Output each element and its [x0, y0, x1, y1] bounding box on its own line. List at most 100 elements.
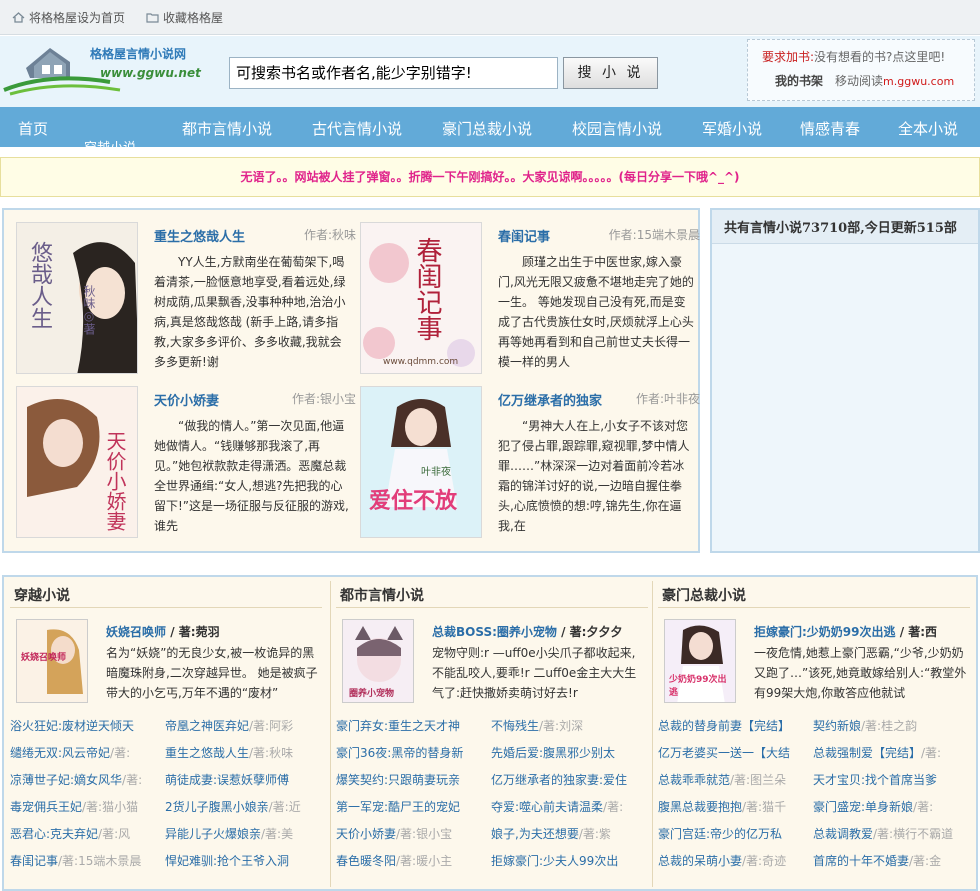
book-link[interactable]: 第一军宠:酷尸王的宠妃	[336, 800, 460, 814]
nav-item-time-travel[interactable]: 穿越小说	[84, 137, 136, 156]
feature-book-link[interactable]: 总裁BOSS:圈养小宠物	[432, 625, 557, 639]
cover-title: 天价小娇妻	[103, 431, 127, 531]
top-bar: 将格格屋设为首页 收藏格格屋	[0, 0, 980, 35]
book-link[interactable]: 总裁乖乖就范	[658, 773, 730, 787]
book-link[interactable]: 总裁调教爱	[813, 827, 873, 841]
column-heading[interactable]: 豪门总裁小说	[662, 585, 746, 605]
site-header: 格格屋言情小说网 www.ggwu.net 可搜索书名或作者名,能少字别错字! …	[0, 36, 980, 107]
nav-item-ancient[interactable]: 古代言情小说	[312, 118, 402, 139]
book-link[interactable]: 天才宝贝:找个首席当爹	[813, 773, 937, 787]
book-link[interactable]: 2货儿子腹黑小娘亲	[165, 800, 269, 814]
book-thumbnail[interactable]: 圈养小宠物	[342, 619, 414, 703]
stats-panel: 共有言情小说73710部,今日更新515部	[710, 208, 980, 553]
book-link[interactable]: 缱绻无双:风云帝妃	[10, 746, 110, 760]
book-author: /著:桂之韵	[861, 719, 918, 733]
book-author: /著:风	[98, 827, 131, 841]
notice-banner: 无语了。。网站被人挂了弹窗。。折腾一下午刚搞好。。大家见谅啊。。。。。(每日分享…	[0, 157, 980, 197]
book-author: /著:15端木景晨	[58, 854, 142, 868]
list-item: 总裁乖乖就范/著:图兰朵	[658, 767, 813, 794]
list-item: 凉薄世子妃:嫡女风华/著:	[10, 767, 165, 794]
list-item: 夺爱:噬心前夫请温柔/著:	[491, 794, 646, 821]
list-item: 悍妃难驯:抢个王爷入洞	[165, 848, 320, 875]
column-heading[interactable]: 都市言情小说	[340, 585, 424, 605]
book-link[interactable]: 恶君心:克夫弃妃	[10, 827, 98, 841]
book-link[interactable]: 夺爱:噬心前夫请温柔	[491, 800, 603, 814]
book-cover[interactable]: 爱住不放 叶非夜	[360, 386, 482, 538]
bookmark-link[interactable]: 收藏格格屋	[146, 9, 223, 26]
book-link[interactable]: 拒嫁豪门:少夫人99次出	[491, 854, 618, 868]
book-link[interactable]: 总裁的呆萌小妻	[658, 854, 742, 868]
column-feature-title: 拒嫁豪门:少奶奶99次出逃 / 著:西	[754, 623, 937, 640]
book-thumbnail[interactable]: 少奶奶99次出逃	[664, 619, 736, 703]
book-title[interactable]: 天价小娇妻	[154, 390, 219, 409]
book-link[interactable]: 首席的十年不婚妻	[813, 854, 909, 868]
folder-icon	[146, 13, 159, 23]
home-icon	[12, 12, 25, 23]
book-link[interactable]: 总裁强制爱【完结】	[813, 746, 921, 760]
bookshelf-link[interactable]: 我的书架	[775, 74, 823, 88]
nav-item-youth[interactable]: 情感青春	[800, 118, 860, 139]
book-cover[interactable]: 春闺记事 www.qdmm.com	[360, 222, 482, 374]
table-row: 浴火狂妃:废材逆天倾天 帝凰之神医弃妃/著:阿彩	[10, 713, 326, 740]
book-title[interactable]: 春闺记事	[498, 226, 550, 245]
book-link[interactable]: 娘子,为夫还想要	[491, 827, 579, 841]
book-link[interactable]: 浴火狂妃:废材逆天倾天	[10, 719, 134, 733]
book-link[interactable]: 天价小娇妻	[336, 827, 396, 841]
book-link[interactable]: 不悔残生	[491, 719, 539, 733]
nav-item-home[interactable]: 首页	[18, 118, 48, 139]
list-item: 豪门36夜:黑帝的替身新	[336, 740, 491, 767]
book-link[interactable]: 豪门弃女:重生之天才神	[336, 719, 460, 733]
book-cover[interactable]: 悠哉人生 秋味◎著	[16, 222, 138, 374]
book-link[interactable]: 萌徒成妻:误惹妖孽师傅	[165, 773, 289, 787]
nav-item-military[interactable]: 军婚小说	[702, 118, 762, 139]
book-thumbnail[interactable]: 妖娆召唤师	[16, 619, 88, 703]
book-link[interactable]: 爆笑契约:只跟萌妻玩亲	[336, 773, 460, 787]
book-title[interactable]: 亿万继承者的独家	[498, 390, 602, 409]
book-link[interactable]: 春闺记事	[10, 854, 58, 868]
book-link[interactable]: 先婚后爱:腹黑邪少别太	[491, 746, 615, 760]
book-link[interactable]: 契约新娘	[813, 719, 861, 733]
book-author: /著:刘深	[539, 719, 584, 733]
book-author: /著:阿彩	[249, 719, 294, 733]
table-row: 恶君心:克夫弃妃/著:风 异能儿子火爆娘亲/著:美	[10, 821, 326, 848]
book-link[interactable]: 豪门宫廷:帝少的亿万私	[658, 827, 782, 841]
site-logo[interactable]: 格格屋言情小说网 www.ggwu.net	[0, 38, 201, 98]
category-column: 穿越小说 妖娆召唤师 妖娆召唤师 / 著:菀羽 名为“妖娆”的无良少女,被一枚诡…	[4, 577, 326, 891]
category-sections: 穿越小说 妖娆召唤师 妖娆召唤师 / 著:菀羽 名为“妖娆”的无良少女,被一枚诡…	[2, 575, 978, 891]
list-item: 总裁调教爱/著:横行不霸道	[813, 821, 968, 848]
book-link[interactable]: 腹黑总裁要抱抱	[658, 800, 742, 814]
nav-item-urban[interactable]: 都市言情小说	[182, 118, 272, 139]
list-item: 萌徒成妻:误惹妖孽师傅	[165, 767, 320, 794]
list-item: 契约新娘/著:桂之韵	[813, 713, 968, 740]
table-row: 第一军宠:酷尸王的宠妃 夺爱:噬心前夫请温柔/著:	[336, 794, 652, 821]
search-button[interactable]: 搜 小 说	[563, 57, 658, 89]
book-link[interactable]: 帝凰之神医弃妃	[165, 719, 249, 733]
book-link[interactable]: 总裁的替身前妻【完结】	[658, 719, 790, 733]
search-input[interactable]: 可搜索书名或作者名,能少字别错字!	[229, 57, 558, 89]
feature-book-link[interactable]: 拒嫁豪门:少奶奶99次出逃	[754, 625, 896, 639]
nav-item-campus[interactable]: 校园言情小说	[572, 118, 662, 139]
column-heading[interactable]: 穿越小说	[14, 585, 70, 605]
book-link[interactable]: 亿万老婆买一送一【大结	[658, 746, 790, 760]
book-link[interactable]: 豪门36夜:黑帝的替身新	[336, 746, 463, 760]
feature-book-link[interactable]: 妖娆召唤师	[106, 625, 166, 639]
main-nav: 首页 都市言情小说 古代言情小说 豪门总裁小说 校园言情小说 军婚小说 情感青春…	[0, 107, 980, 156]
nav-item-ceo[interactable]: 豪门总裁小说	[442, 118, 532, 139]
request-link[interactable]: 没有想看的书?点这里吧!	[814, 50, 945, 64]
book-title[interactable]: 重生之悠哉人生	[154, 226, 245, 245]
book-link[interactable]: 重生之悠哉人生	[165, 746, 249, 760]
book-cover[interactable]: 天价小娇妻	[16, 386, 138, 538]
book-author: 作者:银小宝	[291, 392, 356, 406]
nav-item-complete[interactable]: 全本小说	[898, 118, 958, 139]
book-link[interactable]: 亿万继承者的独家妻:爱住	[491, 773, 627, 787]
book-author: /著:	[921, 746, 942, 760]
book-link[interactable]: 悍妃难驯:抢个王爷入洞	[165, 854, 289, 868]
mobile-read-link[interactable]: 移动阅读	[835, 74, 883, 88]
book-link[interactable]: 豪门盛宠:单身新娘	[813, 800, 913, 814]
set-homepage-link[interactable]: 将格格屋设为首页	[12, 9, 125, 26]
book-link[interactable]: 春色暖冬阳	[336, 854, 396, 868]
book-link[interactable]: 凉薄世子妃:嫡女风华	[10, 773, 122, 787]
book-link[interactable]: 毒宠佣兵王妃	[10, 800, 82, 814]
book-link[interactable]: 异能儿子火爆娘亲	[165, 827, 261, 841]
mobile-domain[interactable]: m.ggwu.com	[883, 75, 954, 88]
